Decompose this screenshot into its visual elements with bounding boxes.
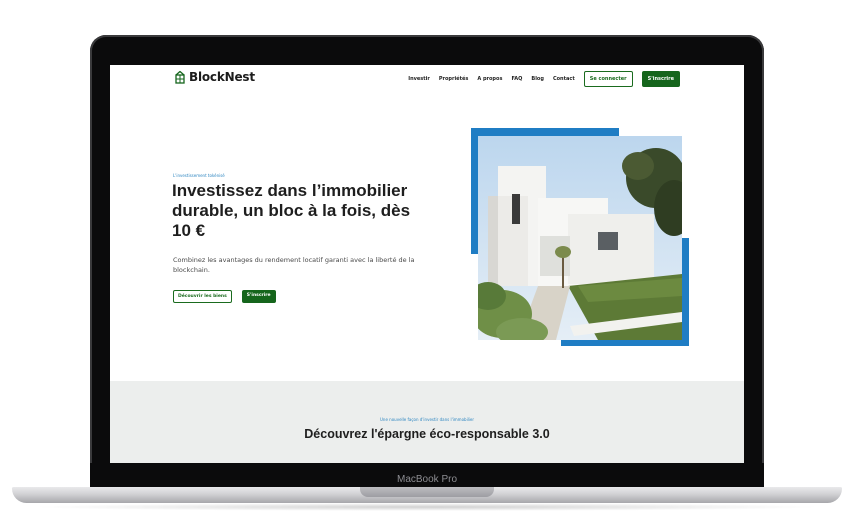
laptop-base-notch — [360, 487, 494, 497]
nav-link-faq[interactable]: FAQ — [511, 76, 522, 82]
section-tagline: Une nouvelle façon d'investir dans l'imm… — [379, 417, 475, 422]
hero-visual — [470, 128, 690, 348]
nav-link-blog[interactable]: Blog — [531, 76, 544, 82]
hero-actions: Découvrir les biens S'inscrire — [173, 290, 276, 303]
main-nav: Investir Propriétés A propos FAQ Blog Co… — [408, 71, 680, 87]
site-header: BlockNest Investir Propriétés A propos F… — [110, 65, 744, 93]
hero-tagline: L'investissement tokénisé — [173, 173, 225, 178]
signup-button[interactable]: S'inscrire — [641, 71, 680, 87]
device-model-label: MacBook Pro — [396, 474, 458, 485]
hero-subtitle: Combinez les avantages du rendement loca… — [173, 256, 415, 274]
laptop-shadow — [30, 503, 824, 511]
laptop-screen: BlockNest Investir Propriétés A propos F… — [110, 65, 744, 463]
blocknest-logo-icon — [175, 70, 185, 84]
hero-signup-button[interactable]: S'inscrire — [241, 290, 276, 303]
nav-link-a-propos[interactable]: A propos — [477, 76, 502, 82]
login-button[interactable]: Se connecter — [583, 71, 633, 87]
villa-photo — [478, 136, 682, 340]
savings-section: Une nouvelle façon d'investir dans l'imm… — [110, 381, 744, 463]
nav-link-contact[interactable]: Contact — [553, 76, 575, 82]
section-title: Découvrez l'épargne éco-responsable 3.0 — [304, 427, 550, 441]
nav-link-proprietes[interactable]: Propriétés — [439, 76, 468, 82]
discover-properties-button[interactable]: Découvrir les biens — [173, 290, 232, 303]
nav-link-investir[interactable]: Investir — [408, 76, 430, 82]
logo[interactable]: BlockNest — [174, 70, 255, 84]
hero-title: Investissez dans l’immobilier durable, u… — [172, 181, 411, 240]
brand-name: BlockNest — [189, 70, 255, 84]
